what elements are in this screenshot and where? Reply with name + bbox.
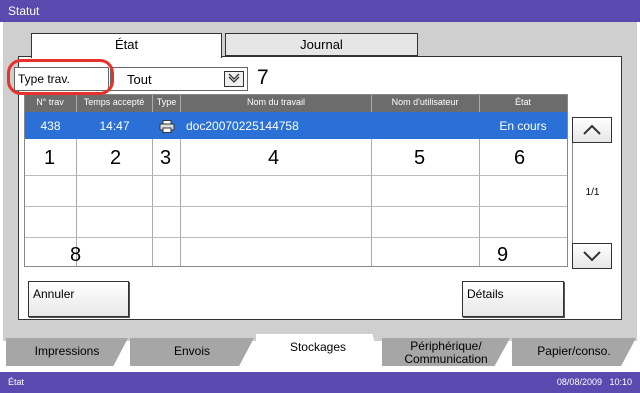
tab-label: Envois bbox=[173, 344, 211, 358]
table-header: N° trav Temps accepté Type Nom du travai… bbox=[25, 95, 567, 112]
scroll-down-button[interactable] bbox=[572, 243, 612, 269]
callout-1: 1 bbox=[44, 147, 56, 169]
row-divider bbox=[25, 237, 567, 238]
tab-journal[interactable]: Journal bbox=[225, 33, 418, 56]
scroll-up-button[interactable] bbox=[572, 117, 612, 143]
tab-label-line2: Communication bbox=[404, 352, 488, 366]
callout-8: 8 bbox=[70, 244, 82, 266]
tab-stockages[interactable]: Stockages bbox=[256, 334, 380, 366]
printer-icon bbox=[159, 120, 175, 133]
tab-label: Stockages bbox=[289, 340, 347, 354]
table-row[interactable]: 438 14:47 doc20070225144758 En cours bbox=[25, 112, 567, 139]
job-status: En cours bbox=[499, 119, 547, 133]
callout-4: 4 bbox=[268, 147, 280, 169]
job-number: 438 bbox=[40, 119, 61, 133]
header-time: Temps accepté bbox=[83, 97, 145, 107]
tab-label: Impressions bbox=[34, 344, 100, 358]
callout-3: 3 bbox=[160, 147, 172, 169]
job-name: doc20070225144758 bbox=[186, 119, 299, 133]
callout-5: 5 bbox=[414, 147, 426, 169]
tab-label: Papier/conso. bbox=[537, 344, 611, 358]
tab-envois[interactable]: Envois bbox=[130, 338, 254, 366]
job-type-label: Type trav. bbox=[14, 67, 109, 91]
window-title: Statut bbox=[0, 0, 640, 22]
chevron-up-icon bbox=[583, 124, 601, 135]
job-type-select[interactable]: Tout bbox=[110, 67, 248, 91]
job-type-value: Tout bbox=[127, 72, 152, 87]
job-table: N° trav Temps accepté Type Nom du travai… bbox=[24, 94, 568, 267]
cancel-button[interactable]: Annuler bbox=[28, 281, 129, 317]
callout-6: 6 bbox=[514, 147, 526, 169]
accepted-time: 14:47 bbox=[99, 119, 130, 133]
chevron-down-icon bbox=[583, 251, 601, 262]
header-type: Type bbox=[156, 97, 177, 107]
status-bar: État 08/08/2009 10:10 bbox=[0, 372, 640, 393]
header-status: État bbox=[514, 97, 531, 107]
callout-2: 2 bbox=[110, 147, 122, 169]
row-divider bbox=[25, 175, 567, 176]
tab-papier-conso[interactable]: Papier/conso. bbox=[512, 338, 636, 366]
tab-label-line1: Périphérique/ bbox=[410, 339, 482, 353]
tab-etat[interactable]: État bbox=[31, 33, 222, 58]
tab-impressions[interactable]: Impressions bbox=[6, 338, 128, 366]
header-job-no: N° trav bbox=[36, 97, 64, 107]
callout-9: 9 bbox=[497, 244, 509, 266]
row-divider bbox=[25, 206, 567, 207]
page-indicator: 1/1 bbox=[572, 143, 612, 243]
chevron-down-icon[interactable] bbox=[224, 71, 244, 87]
callout-7: 7 bbox=[257, 66, 269, 89]
header-user: Nom d'utilisateur bbox=[391, 97, 459, 107]
header-job-name: Nom du travail bbox=[246, 97, 306, 107]
details-button[interactable]: Détails bbox=[462, 281, 564, 317]
tab-peripherique-communication[interactable]: Périphérique/ Communication bbox=[382, 338, 510, 366]
date-time: 08/08/2009 10:10 bbox=[556, 377, 632, 387]
status-label: État bbox=[8, 377, 25, 387]
